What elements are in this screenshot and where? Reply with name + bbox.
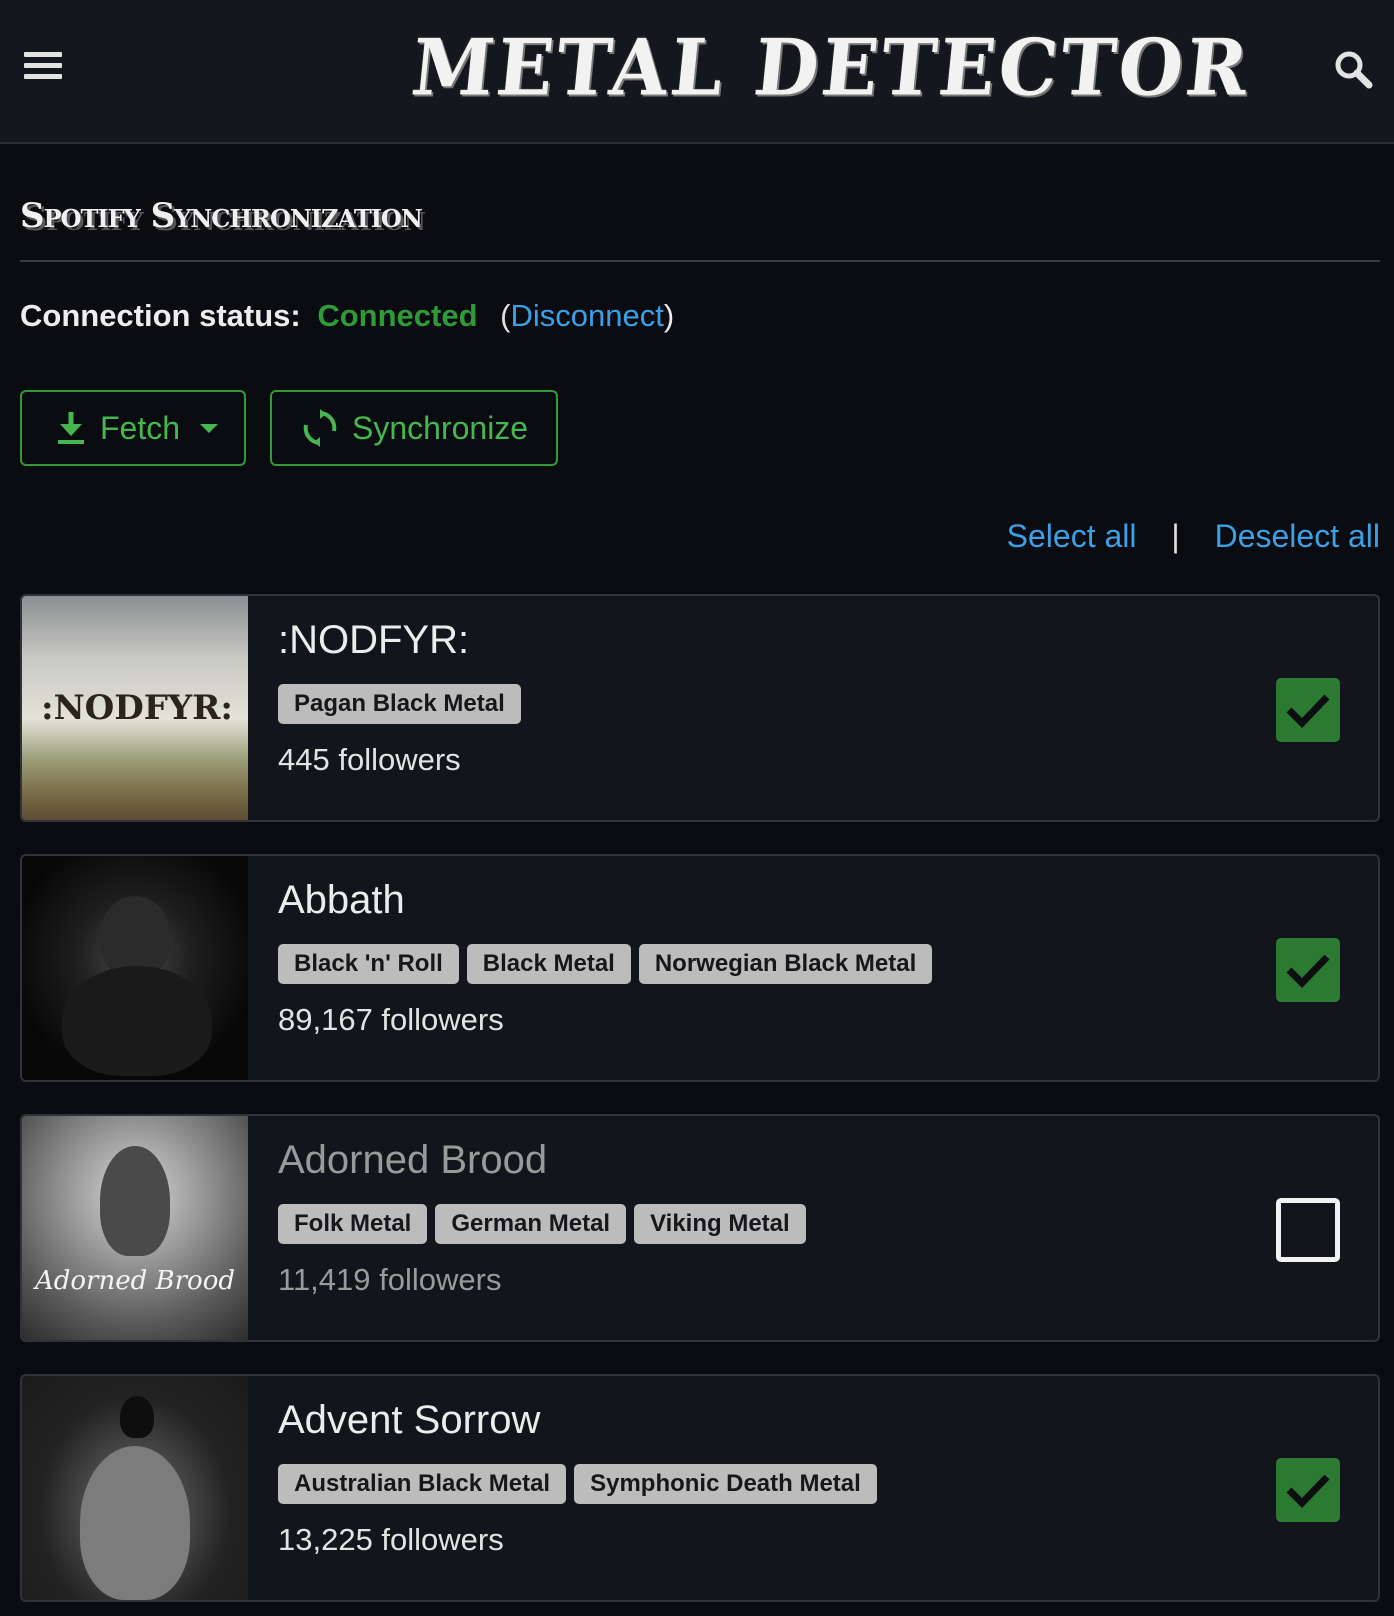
- genre-tag: Norwegian Black Metal: [638, 944, 933, 984]
- thumbnail-logo-text: :NODFYR:: [41, 688, 233, 728]
- artist-card[interactable]: :NODFYR: :NODFYR: Pagan Black Metal 445 …: [20, 594, 1380, 822]
- artist-name: Advent Sorrow: [278, 1398, 541, 1442]
- thumbnail-figure: [62, 966, 212, 1076]
- genre-tag: German Metal: [435, 1204, 627, 1244]
- deselect-all-link[interactable]: Deselect all: [1215, 518, 1380, 554]
- genre-tag: Viking Metal: [634, 1204, 806, 1244]
- thumbnail-logo-text: Adorned Brood: [34, 1266, 236, 1296]
- artist-name: :NODFYR:: [278, 618, 470, 662]
- selection-controls: Select all | Deselect all: [1007, 518, 1380, 555]
- connection-status-label: Connection status:: [20, 298, 301, 333]
- artist-select-checkbox[interactable]: [1276, 938, 1340, 1002]
- artist-followers: 445 followers: [278, 742, 461, 777]
- artist-followers: 11,419 followers: [278, 1262, 502, 1297]
- select-all-link[interactable]: Select all: [1007, 518, 1137, 554]
- genre-tag: Black 'n' Roll: [278, 944, 459, 984]
- artist-followers: 13,225 followers: [278, 1522, 504, 1557]
- hamburger-icon[interactable]: [24, 52, 64, 84]
- synchronize-button-label: Synchronize: [352, 409, 529, 446]
- artist-card[interactable]: Adorned Brood Adorned Brood Folk Metal G…: [20, 1114, 1380, 1342]
- genre-tag: Australian Black Metal: [278, 1464, 567, 1504]
- connection-status-value: Connected: [317, 298, 478, 333]
- artist-name: Abbath: [278, 878, 405, 922]
- selection-separator: |: [1171, 518, 1180, 554]
- artist-thumbnail: [22, 856, 248, 1080]
- checkmark-icon: [1286, 954, 1330, 988]
- artist-select-checkbox[interactable]: [1276, 1198, 1340, 1262]
- disconnect-close-paren: ): [663, 298, 675, 333]
- artist-thumbnail: :NODFYR:: [22, 596, 248, 820]
- page-title: Spotify Synchronization: [20, 196, 423, 236]
- fetch-button-label: Fetch: [100, 409, 181, 446]
- checkmark-icon: [1286, 1474, 1330, 1508]
- thumbnail-figure: [80, 1446, 190, 1600]
- connection-status: Connection status: Connected (Disconnect…: [20, 298, 674, 334]
- chevron-down-icon: [200, 423, 219, 433]
- genre-tags: Australian Black Metal Symphonic Death M…: [278, 1464, 885, 1504]
- artist-name: Adorned Brood: [278, 1138, 548, 1182]
- artist-thumbnail: [22, 1376, 248, 1600]
- genre-tag: Pagan Black Metal: [278, 684, 521, 724]
- artist-card[interactable]: Abbath Black 'n' Roll Black Metal Norweg…: [20, 854, 1380, 1082]
- site-logo[interactable]: METAL DETECTOR: [407, 16, 1255, 121]
- thumbnail-figure: [100, 896, 170, 976]
- artist-card[interactable]: Advent Sorrow Australian Black Metal Sym…: [20, 1374, 1380, 1602]
- search-icon[interactable]: [1332, 48, 1374, 90]
- artist-select-checkbox[interactable]: [1276, 678, 1340, 742]
- sync-icon: [302, 409, 338, 447]
- disconnect-open-paren: (: [500, 298, 511, 333]
- artist-thumbnail: Adorned Brood: [22, 1116, 248, 1340]
- artist-select-checkbox[interactable]: [1276, 1458, 1340, 1522]
- title-divider: [20, 260, 1380, 262]
- genre-tags: Black 'n' Roll Black Metal Norwegian Bla…: [278, 944, 940, 984]
- artist-followers: 89,167 followers: [278, 1002, 504, 1037]
- fetch-dropdown-button[interactable]: Fetch: [20, 390, 246, 466]
- thumbnail-figure: [120, 1396, 154, 1438]
- disconnect-link[interactable]: Disconnect: [511, 298, 664, 333]
- top-navbar: METAL DETECTOR: [0, 0, 1394, 144]
- genre-tag: Black Metal: [466, 944, 631, 984]
- checkmark-icon: [1286, 694, 1330, 728]
- download-icon: [56, 410, 86, 446]
- genre-tags: Folk Metal German Metal Viking Metal: [278, 1204, 814, 1244]
- genre-tag: Symphonic Death Metal: [574, 1464, 877, 1504]
- genre-tags: Pagan Black Metal: [278, 684, 529, 724]
- thumbnail-figure: [100, 1146, 170, 1256]
- genre-tag: Folk Metal: [278, 1204, 428, 1244]
- synchronize-button[interactable]: Synchronize: [270, 390, 558, 466]
